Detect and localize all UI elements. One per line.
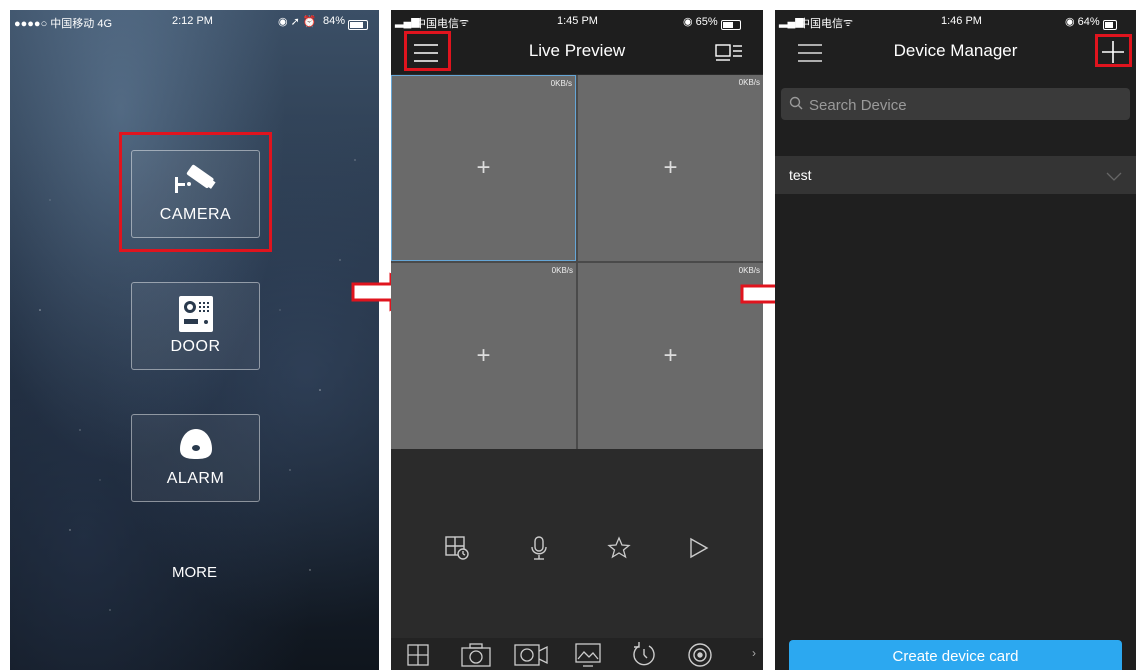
snapshot-icon[interactable] [461,643,491,670]
create-device-card-button[interactable]: Create device card [789,640,1122,670]
device-name: test [789,167,812,183]
control-bar [391,530,763,566]
alarm-icon [178,427,214,466]
microphone-icon[interactable] [530,536,548,565]
battery-icon [1102,20,1117,30]
image-quality-icon[interactable] [575,643,601,670]
carrier-label: 中国电信 [799,18,843,30]
device-manager-screen: ▂▄▆ 中国电信 ᯤ 1:46 PM ◉ 64% Device Manager … [775,10,1136,670]
battery-icon [720,20,741,30]
status-time: 1:45 PM [557,15,598,27]
menu-highlight-box [404,31,451,71]
camera-highlight-box [119,132,272,252]
video-grid: 0KB/s + 0KB/s + 0KB/s + 0KB/s + [391,75,763,449]
bitrate-label: 0KB/s [738,78,760,87]
add-channel-icon[interactable]: + [663,342,677,370]
bitrate-label: 0KB/s [551,266,573,275]
carrier-label: 中国电信 [415,18,459,30]
battery-percent: ◉ 64% [1065,15,1117,30]
add-highlight-box [1095,34,1132,67]
alarm-label: ALARM [166,470,225,487]
play-icon[interactable] [688,536,710,565]
add-channel-icon[interactable]: + [663,154,677,182]
search-bar [781,88,1130,122]
device-list-icon[interactable] [715,43,743,68]
wifi-icon: ᯤ [459,17,470,29]
status-time: 1:46 PM [941,15,982,27]
video-cell-1[interactable]: 0KB/s + [391,75,576,261]
status-bar: ▂▄▆ 中国电信 ᯤ 1:45 PM ◉ 65% [391,10,763,32]
status-bar: ▂▄▆ 中国电信 ᯤ 1:46 PM ◉ 64% [775,10,1136,32]
video-cell-2[interactable]: 0KB/s + [578,75,763,261]
video-cell-4[interactable]: 0KB/s + [578,263,763,449]
nav-bar: Device Manager [775,32,1136,74]
playback-grid-icon[interactable] [445,536,469,565]
live-preview-screen: ▂▄▆ 中国电信 ᯤ 1:45 PM ◉ 65% Live Preview 0K… [391,10,763,670]
device-list-item[interactable]: test [775,156,1136,194]
star-icon[interactable] [607,536,631,565]
page-title: Device Manager [893,41,1018,60]
split-screen-icon[interactable] [407,644,429,670]
toolbar-more-chevron-icon[interactable]: › [752,646,756,660]
add-channel-icon[interactable]: + [476,342,490,370]
bottom-toolbar: › [391,638,763,670]
wifi-icon: ᯤ [843,17,854,29]
more-link[interactable]: MORE [131,564,258,581]
bitrate-label: 0KB/s [550,79,572,88]
chevron-down-icon[interactable] [1106,169,1122,187]
door-label: DOOR [170,338,221,355]
door-tile[interactable]: DOOR [131,282,260,370]
rotate-icon[interactable] [631,641,657,670]
ptz-icon[interactable] [687,642,713,670]
video-cell-3[interactable]: 0KB/s + [391,263,576,449]
search-icon [789,96,803,115]
alarm-tile[interactable]: ALARM [131,414,260,502]
home-screen: ●●●●○ 中国移动 4G 2:12 PM ◉ ➚ ⏰ 84% CAMERA D… [10,10,379,670]
record-icon[interactable] [514,644,548,670]
battery-percent: ◉ 65% [683,15,741,30]
search-input[interactable] [807,88,1111,122]
add-channel-icon[interactable]: + [476,154,490,182]
door-intercom-icon [177,295,215,338]
